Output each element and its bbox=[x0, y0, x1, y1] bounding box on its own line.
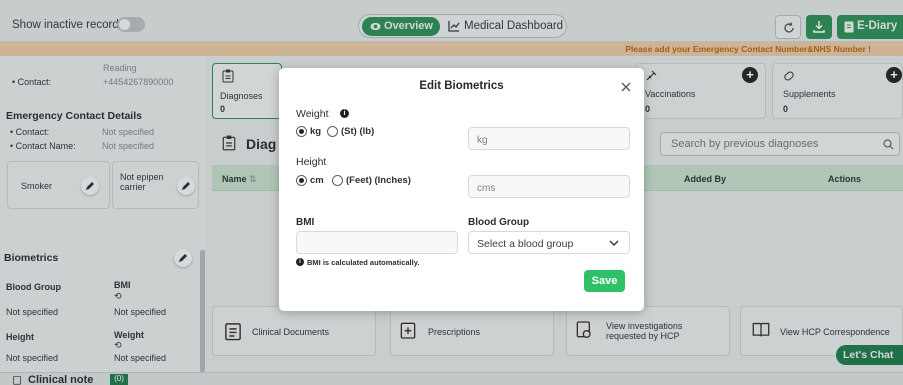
weight-unit-kg-label: kg bbox=[310, 126, 322, 137]
weight-input[interactable]: kg bbox=[468, 127, 630, 150]
height-input-placeholder: cms bbox=[477, 183, 496, 194]
save-button[interactable]: Save bbox=[584, 270, 625, 292]
height-input[interactable]: cms bbox=[468, 175, 630, 198]
bmi-label: BMI bbox=[296, 217, 315, 228]
bmi-note: BMI is calculated automatically. bbox=[307, 258, 420, 267]
blood-group-label: Blood Group bbox=[468, 217, 530, 228]
chevron-down-icon bbox=[609, 240, 619, 246]
blood-group-select[interactable]: Select a blood group bbox=[468, 231, 630, 254]
modal-title: Edit Biometrics bbox=[419, 80, 504, 92]
weight-input-placeholder: kg bbox=[477, 135, 488, 146]
weight-label: Weight bbox=[296, 108, 329, 120]
height-unit-cm-label: cm bbox=[310, 175, 324, 186]
height-unit-ftin-radio[interactable] bbox=[332, 175, 343, 186]
blood-group-placeholder: Select a blood group bbox=[477, 238, 574, 250]
bmi-input bbox=[296, 231, 458, 254]
height-unit-cm-radio[interactable] bbox=[296, 175, 307, 186]
weight-unit-kg-radio[interactable] bbox=[296, 126, 307, 137]
edit-biometrics-modal: Edit Biometrics Weight i kg (St) (lb) kg… bbox=[279, 68, 644, 311]
info-icon: i bbox=[296, 258, 304, 266]
weight-unit-stlb-radio[interactable] bbox=[327, 126, 338, 137]
close-icon[interactable] bbox=[619, 80, 633, 94]
height-label: Height bbox=[296, 156, 327, 168]
weight-unit-stlb-label: (St) (lb) bbox=[341, 126, 375, 137]
height-unit-ftin-label: (Feet) (Inches) bbox=[346, 175, 411, 186]
info-icon[interactable]: i bbox=[340, 109, 349, 118]
